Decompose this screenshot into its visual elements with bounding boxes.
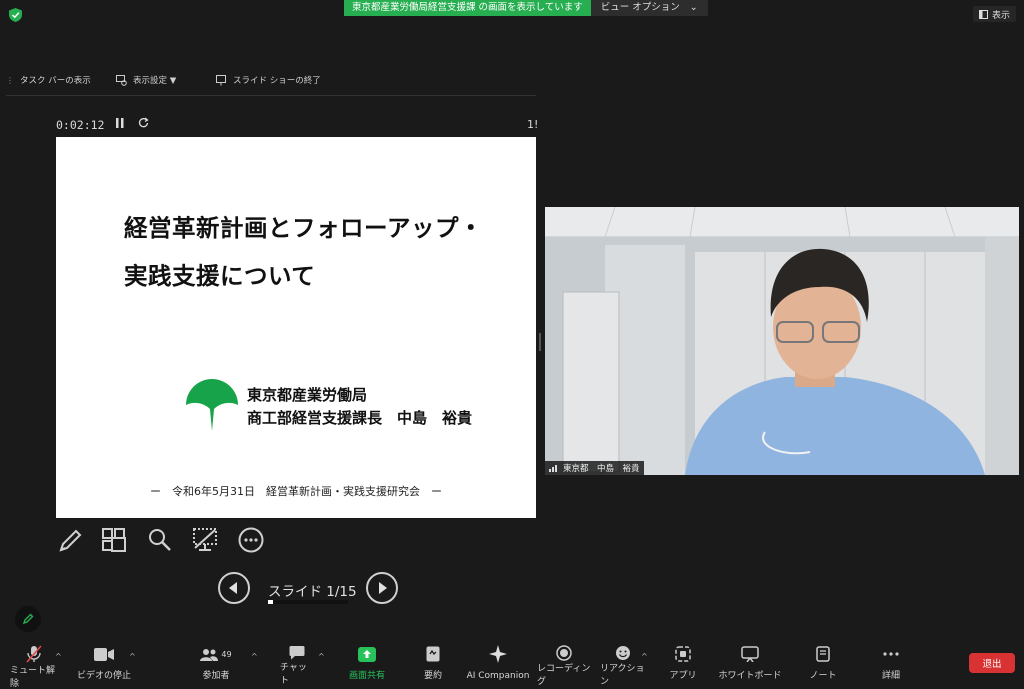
slide-footer: ー 令和6年5月31日 経営革新計画・実践支援研究会 ー: [150, 485, 442, 498]
triangle-left-icon: [229, 582, 237, 594]
pencil-icon: [22, 613, 34, 625]
display-settings-label: 表示設定 ▼: [133, 76, 177, 86]
video-frame: [545, 207, 1019, 475]
chat-options-caret[interactable]: ^: [318, 652, 325, 661]
record-icon: [556, 645, 572, 661]
chevron-down-icon: ⌄: [689, 2, 698, 13]
all-slides-icon[interactable]: [100, 526, 128, 554]
share-screen-button[interactable]: 画面共有: [344, 645, 390, 681]
apps-button[interactable]: アプリ: [668, 645, 698, 681]
view-options-button[interactable]: ビュー オプション ⌄: [590, 0, 708, 16]
share-screen-label: 画面共有: [348, 671, 385, 681]
participant-video[interactable]: 東京都 中島 裕貴: [545, 207, 1019, 475]
slide-progress-fill: [268, 600, 274, 604]
black-screen-icon[interactable]: [191, 526, 219, 554]
ellipsis-icon: [883, 652, 899, 656]
notes-icon: [816, 646, 830, 662]
notes-label: ノート: [809, 671, 837, 681]
more-label: 詳細: [881, 671, 900, 681]
previous-slide-button[interactable]: [218, 572, 250, 604]
participants-options-caret[interactable]: ^: [251, 652, 258, 661]
chat-label: チャット: [280, 663, 307, 686]
slideshow-timer: 0:02:12: [56, 118, 105, 132]
leave-button[interactable]: 退出: [969, 653, 1015, 673]
summary-document-icon: [426, 646, 440, 662]
taskbar-label: タスク バーの表示: [20, 76, 91, 86]
pause-icon[interactable]: [116, 118, 124, 128]
participant-name-label: 東京都 中島 裕貴: [545, 461, 644, 475]
chat-button[interactable]: チャット: [280, 645, 314, 686]
end-slideshow-label: スライド ショーの終了: [233, 76, 321, 86]
whiteboard-button[interactable]: ホワイトボード: [718, 645, 782, 681]
apps-label: アプリ: [669, 671, 697, 681]
more-button[interactable]: 詳細: [876, 645, 906, 681]
organization-name: 東京都産業労働局: [247, 386, 368, 404]
share-banner: 東京都産業労働局経営支援課 の画面を表示しています ビュー オプション ⌄: [344, 0, 708, 16]
video-options-caret[interactable]: ^: [129, 652, 136, 661]
view-options-label: ビュー オプション: [600, 2, 680, 13]
zoom-magnifier-icon[interactable]: [146, 526, 174, 554]
stop-video-label: ビデオの停止: [76, 671, 131, 681]
taskbar-toggle[interactable]: ⋮ タスク バーの表示: [6, 74, 91, 87]
summary-button[interactable]: 要約: [418, 645, 448, 681]
reactions-label: リアクション: [600, 664, 645, 687]
slide-counter: スライド 1/15: [268, 584, 357, 600]
muted-microphone-icon: [26, 645, 42, 663]
record-label: レコーディング: [537, 664, 591, 687]
show-button[interactable]: 表示: [972, 6, 1016, 22]
unmute-button[interactable]: ミュート解除: [10, 645, 58, 689]
unmute-label: ミュート解除: [10, 666, 56, 689]
share-screen-icon: [358, 646, 376, 662]
toolbar-divider: [6, 95, 536, 96]
notes-button[interactable]: ノート: [808, 645, 838, 681]
audio-options-caret[interactable]: ^: [55, 652, 62, 661]
ai-companion-button[interactable]: AI Companion: [466, 645, 530, 681]
reactions-button[interactable]: リアクション: [600, 645, 646, 687]
participants-label: 参加者: [202, 671, 230, 681]
monitor-gear-icon: [116, 74, 127, 86]
summary-label: 要約: [423, 671, 442, 681]
whiteboard-icon: [741, 646, 759, 662]
more-options-icon[interactable]: [237, 526, 265, 554]
display-settings-button[interactable]: 表示設定 ▼: [116, 74, 176, 86]
menu-icon: ⋮: [6, 75, 14, 85]
apps-icon: [675, 646, 691, 662]
tokyo-ginkgo-logo-icon: [186, 379, 238, 431]
slide-number-partial: 1!: [527, 118, 539, 131]
participant-name: 東京都 中島 裕貴: [563, 464, 640, 474]
emoji-reaction-icon: [616, 646, 630, 660]
end-slideshow-button[interactable]: スライド ショーの終了: [216, 74, 321, 86]
sparkle-icon: [489, 645, 507, 663]
restart-timer-icon[interactable]: [138, 117, 149, 128]
participants-count: 49: [221, 649, 232, 659]
participants-icon: [200, 648, 219, 661]
share-status-text: 東京都産業労働局経営支援課 の画面を表示しています: [344, 0, 591, 16]
whiteboard-label: ホワイトボード: [718, 671, 782, 681]
resize-handle[interactable]: [539, 333, 541, 351]
show-button-label: 表示: [991, 10, 1010, 21]
presenter-role: 商工部経営支援課長 中島 裕貴: [247, 409, 473, 427]
slide-title-line2: 実践支援について: [124, 262, 316, 290]
security-shield-icon[interactable]: [9, 8, 22, 22]
chat-bubble-icon: [289, 646, 305, 660]
screen-exit-icon: [216, 74, 226, 85]
reactions-options-caret[interactable]: ^: [641, 652, 648, 661]
slide-title: 経営革新計画とフォローアップ・ 実践支援について: [124, 204, 524, 300]
annotate-button[interactable]: [15, 606, 41, 632]
ai-companion-label: AI Companion: [466, 671, 530, 681]
participants-button[interactable]: 49 参加者: [196, 645, 236, 681]
pen-icon[interactable]: [56, 526, 84, 554]
slide-progress-bar: [268, 600, 348, 604]
slide-title-line1: 経営革新計画とフォローアップ・: [124, 214, 484, 242]
stop-video-button[interactable]: ビデオの停止: [76, 645, 132, 681]
next-slide-button[interactable]: [366, 572, 398, 604]
panel-icon: [978, 9, 988, 19]
triangle-right-icon: [379, 582, 387, 594]
video-camera-icon: [94, 647, 114, 661]
signal-bars-icon: [549, 465, 557, 472]
record-button[interactable]: レコーディング: [537, 645, 591, 687]
presentation-slide: 経営革新計画とフォローアップ・ 実践支援について 東京都産業労働局 商工部経営支…: [56, 137, 536, 518]
